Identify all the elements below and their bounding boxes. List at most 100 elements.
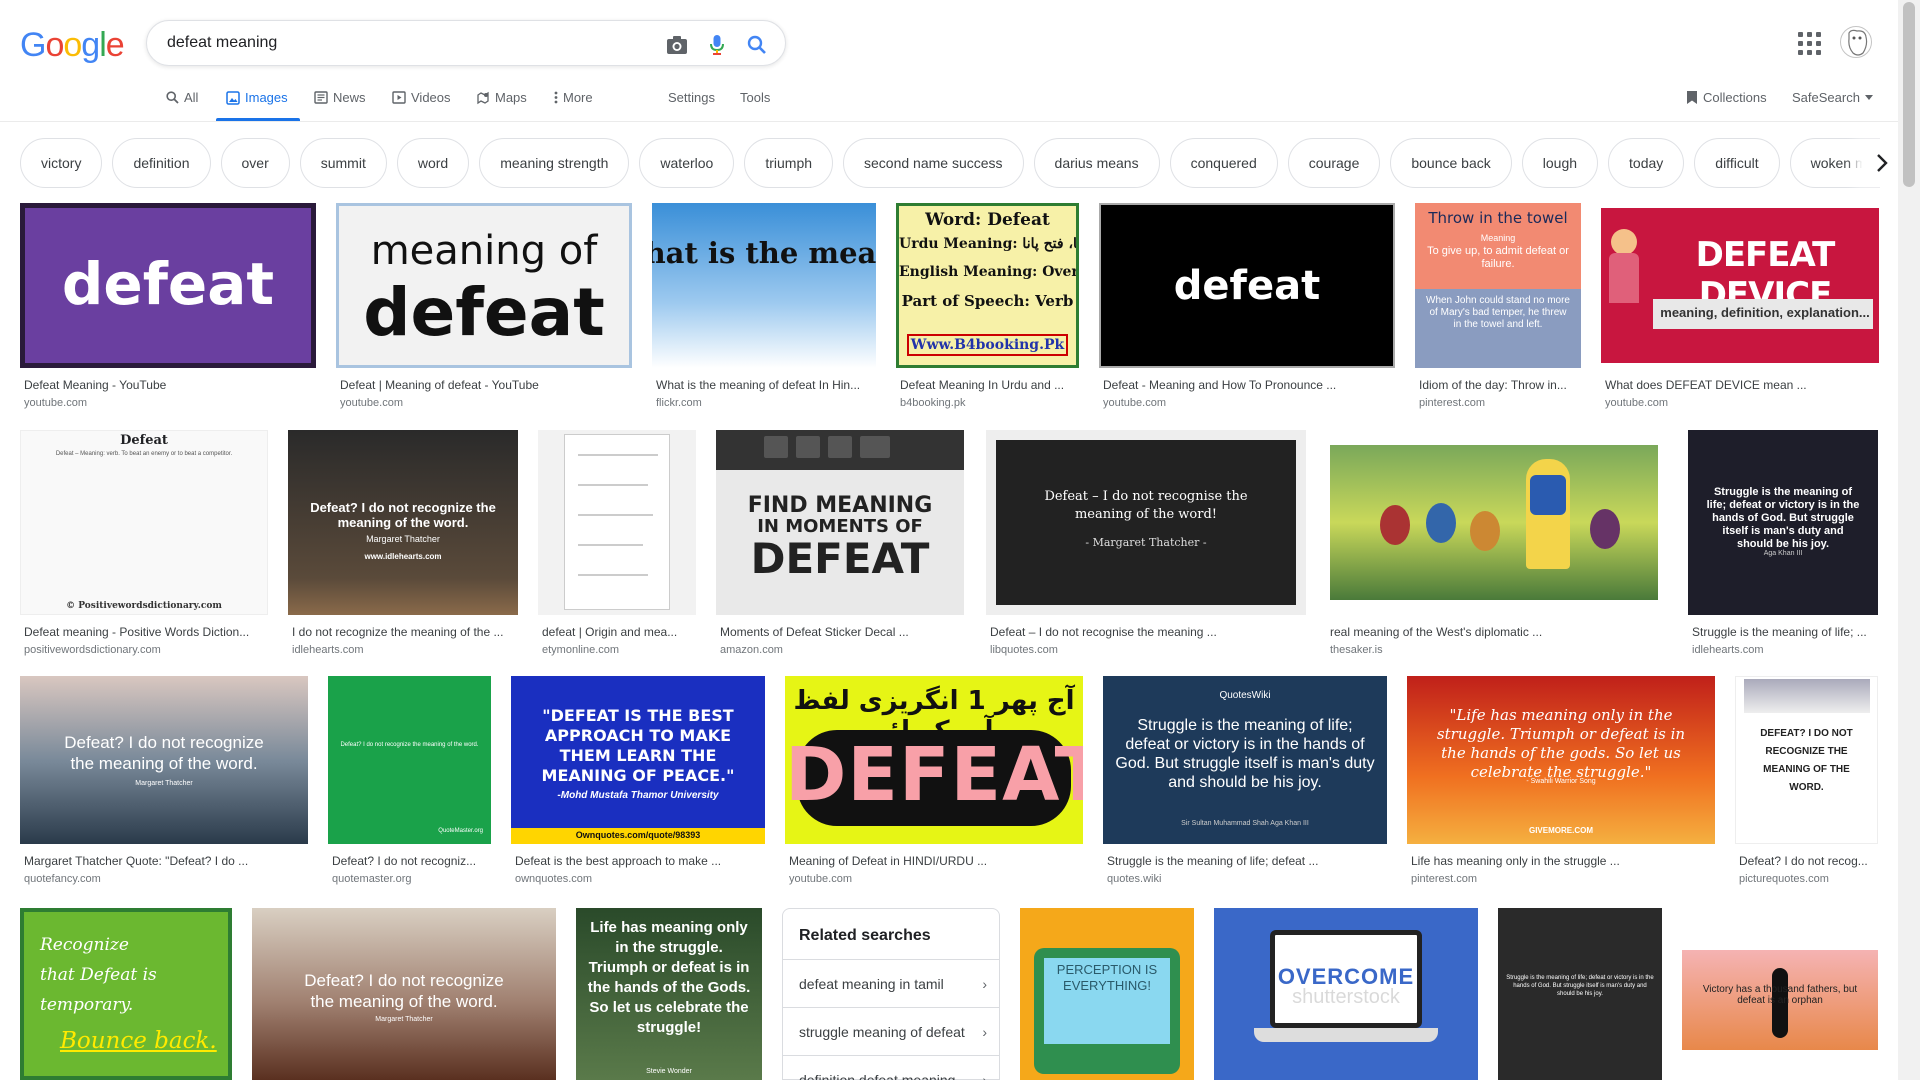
result-title[interactable]: Defeat – I do not recognise the meaning …: [990, 625, 1306, 639]
result-title[interactable]: Defeat is the best approach to make ...: [515, 854, 765, 868]
result-thumbnail[interactable]: [538, 430, 696, 615]
image-result[interactable]: Throw in the towel Meaning To give up, t…: [1415, 203, 1581, 409]
image-result[interactable]: PERCEPTION IS EVERYTHING!: [1020, 908, 1194, 1080]
page-scrollbar[interactable]: [1898, 0, 1920, 1080]
result-title[interactable]: Defeat meaning - Positive Words Diction.…: [24, 625, 268, 639]
image-result[interactable]: Defeat? I do not recognize the meaning o…: [20, 676, 308, 885]
related-search-item[interactable]: struggle meaning of defeat ›: [783, 1007, 999, 1055]
image-result[interactable]: آج پھر 1 انگریزی لفظ آپ کے لئے DEFEAT Me…: [785, 676, 1083, 885]
chips-next-button[interactable]: [1862, 140, 1902, 186]
image-result[interactable]: Defeat Defeat – Meaning: verb. To beat a…: [20, 430, 268, 656]
result-thumbnail[interactable]: FIND MEANING IN MOMENTS OF DEFEAT: [716, 430, 964, 615]
image-result[interactable]: Struggle is the meaning of life; defeat …: [1498, 908, 1662, 1080]
image-result[interactable]: defeat Defeat - Meaning and How To Prono…: [1099, 203, 1395, 409]
chip[interactable]: darius means: [1033, 138, 1160, 188]
chip[interactable]: conquered: [1169, 138, 1278, 188]
chip[interactable]: meaning strength: [479, 138, 630, 188]
microphone-icon[interactable]: [705, 33, 729, 57]
apps-grid-icon[interactable]: [1796, 30, 1821, 55]
image-result[interactable]: FIND MEANING IN MOMENTS OF DEFEAT Moment…: [716, 430, 964, 656]
result-title[interactable]: real meaning of the West's diplomatic ..…: [1330, 625, 1662, 639]
result-title[interactable]: Struggle is the meaning of life; defeat …: [1107, 854, 1387, 868]
avatar[interactable]: [1840, 26, 1872, 58]
image-result[interactable]: defeat Defeat Meaning - YouTube youtube.…: [20, 203, 316, 409]
result-title[interactable]: What is the meaning of defeat In Hin...: [656, 378, 876, 392]
image-result[interactable]: DEFEAT DEVICE meaning, definition, expla…: [1601, 203, 1879, 409]
settings-link[interactable]: Settings: [668, 90, 715, 105]
chip[interactable]: definition: [112, 138, 211, 188]
image-result[interactable]: Defeat – I do not recognise the meaning …: [986, 430, 1306, 656]
result-title[interactable]: Defeat? I do not recogniz...: [332, 854, 491, 868]
tab-images[interactable]: Images: [226, 90, 288, 105]
result-thumbnail[interactable]: "DEFEAT IS THE BEST APPROACH TO MAKE THE…: [511, 676, 765, 844]
image-result[interactable]: Struggle is the meaning of life; defeat …: [1688, 430, 1878, 656]
result-thumbnail[interactable]: meaning of defeat: [336, 203, 632, 368]
tab-all[interactable]: All: [166, 90, 198, 105]
safesearch-dropdown[interactable]: SafeSearch: [1792, 90, 1873, 105]
result-thumbnail[interactable]: Throw in the towel Meaning To give up, t…: [1415, 203, 1581, 368]
result-thumbnail[interactable]: "Life has meaning only in the struggle. …: [1407, 676, 1715, 844]
tab-more[interactable]: More: [554, 90, 593, 105]
image-result[interactable]: Life has meaning only in the struggle. T…: [576, 908, 762, 1080]
result-thumbnail[interactable]: PERCEPTION IS EVERYTHING!: [1020, 908, 1194, 1080]
image-result[interactable]: Defeat? I do not recognize the meaning o…: [328, 676, 491, 885]
search-icon[interactable]: [745, 33, 769, 57]
chip[interactable]: second name success: [843, 138, 1024, 188]
result-thumbnail[interactable]: Word: Defeat Urdu Meaning: غالب آنا، فتح…: [896, 203, 1079, 368]
result-title[interactable]: Life has meaning only in the struggle ..…: [1411, 854, 1715, 868]
tab-news[interactable]: News: [314, 90, 366, 105]
result-thumbnail[interactable]: Defeat – I do not recognise the meaning …: [986, 430, 1306, 615]
result-title[interactable]: What does DEFEAT DEVICE mean ...: [1605, 378, 1879, 392]
image-result[interactable]: "Life has meaning only in the struggle. …: [1407, 676, 1715, 885]
result-title[interactable]: Moments of Defeat Sticker Decal ...: [720, 625, 964, 639]
result-thumbnail[interactable]: Struggle is the meaning of life; defeat …: [1498, 908, 1662, 1080]
camera-icon[interactable]: [665, 33, 689, 57]
chip[interactable]: today: [1608, 138, 1685, 188]
chip[interactable]: victory: [20, 138, 103, 188]
image-result[interactable]: DEFEAT? I DO NOT RECOGNIZE THE MEANING O…: [1735, 676, 1878, 885]
image-result[interactable]: OVERCOME shutterstock: [1214, 908, 1478, 1080]
tools-link[interactable]: Tools: [740, 90, 770, 105]
scrollbar-thumb[interactable]: [1903, 2, 1915, 187]
image-result[interactable]: Defeat? I do not recognize the meaning o…: [288, 430, 518, 656]
result-title[interactable]: I do not recognize the meaning of the ..…: [292, 625, 518, 639]
result-thumbnail[interactable]: Victory has a thousand fathers, but defe…: [1682, 908, 1878, 1080]
result-title[interactable]: Meaning of Defeat in HINDI/URDU ...: [789, 854, 1083, 868]
result-title[interactable]: Defeat Meaning In Urdu and ...: [900, 378, 1079, 392]
result-thumbnail[interactable]: DEFEAT? I DO NOT RECOGNIZE THE MEANING O…: [1735, 676, 1878, 844]
chip[interactable]: over: [220, 138, 290, 188]
image-result[interactable]: meaning of defeat Defeat | Meaning of de…: [336, 203, 632, 409]
tab-maps[interactable]: Maps: [476, 90, 527, 105]
result-title[interactable]: Defeat Meaning - YouTube: [24, 378, 316, 392]
chip[interactable]: waterloo: [639, 138, 735, 188]
result-thumbnail[interactable]: defeat: [20, 203, 316, 368]
image-result[interactable]: Recognize that Defeat is temporary. Boun…: [20, 908, 232, 1080]
result-thumbnail[interactable]: آج پھر 1 انگریزی لفظ آپ کے لئے DEFEAT: [785, 676, 1083, 844]
chip[interactable]: summit: [299, 138, 387, 188]
result-thumbnail[interactable]: DEFEAT DEVICE meaning, definition, expla…: [1601, 203, 1879, 368]
search-input[interactable]: [167, 31, 627, 55]
result-title[interactable]: Defeat? I do not recog...: [1739, 854, 1878, 868]
image-result[interactable]: "DEFEAT IS THE BEST APPROACH TO MAKE THE…: [511, 676, 765, 885]
result-thumbnail[interactable]: OVERCOME shutterstock: [1214, 908, 1478, 1080]
result-thumbnail[interactable]: Defeat Defeat – Meaning: verb. To beat a…: [20, 430, 268, 615]
chip[interactable]: bounce back: [1390, 138, 1512, 188]
image-result[interactable]: What is the meaning of defeat In Hindi W…: [652, 203, 876, 409]
related-search-item[interactable]: defeat meaning in tamil ›: [783, 959, 999, 1007]
tab-videos[interactable]: Videos: [392, 90, 451, 105]
result-title[interactable]: defeat | Origin and mea...: [542, 625, 696, 639]
result-title[interactable]: Struggle is the meaning of life; ...: [1692, 625, 1878, 639]
result-thumbnail[interactable]: Defeat? I do not recognize the meaning o…: [252, 908, 556, 1080]
chip[interactable]: lough: [1521, 138, 1599, 188]
image-result[interactable]: defeat | Origin and mea... etymonline.co…: [538, 430, 696, 656]
result-thumbnail[interactable]: What is the meaning of defeat In Hindi: [652, 203, 876, 368]
result-title[interactable]: Defeat - Meaning and How To Pronounce ..…: [1103, 378, 1395, 392]
result-thumbnail[interactable]: Struggle is the meaning of life; defeat …: [1688, 430, 1878, 615]
result-thumbnail[interactable]: defeat: [1099, 203, 1395, 368]
result-title[interactable]: Defeat | Meaning of defeat - YouTube: [340, 378, 632, 392]
chip[interactable]: word: [396, 138, 470, 188]
collections-link[interactable]: Collections: [1686, 90, 1767, 105]
related-search-item[interactable]: definition defeat meaning ›: [783, 1055, 999, 1080]
result-thumbnail[interactable]: Defeat? I do not recognize the meaning o…: [20, 676, 308, 844]
result-thumbnail[interactable]: Defeat? I do not recognize the meaning o…: [328, 676, 491, 844]
